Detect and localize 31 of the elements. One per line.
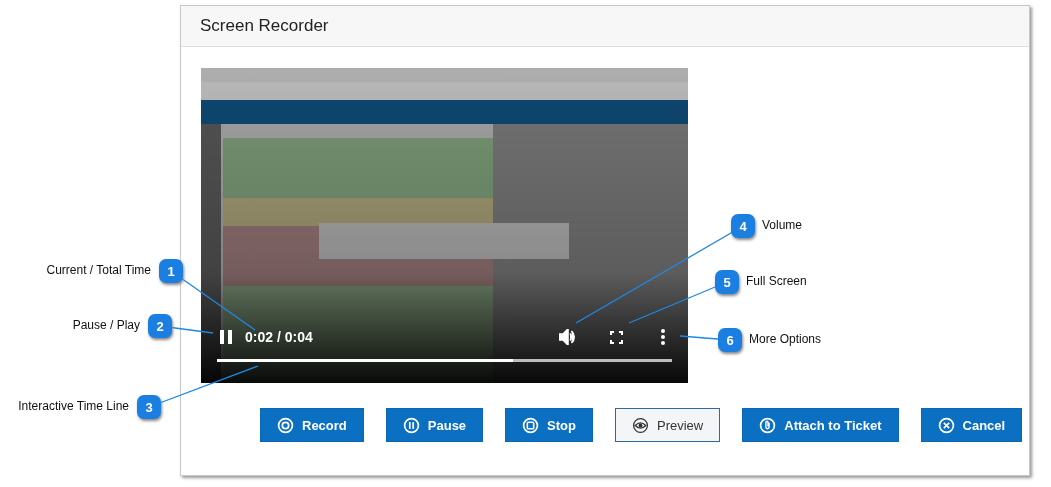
dialog-title: Screen Recorder <box>200 16 329 36</box>
callout-number: 5 <box>715 270 739 294</box>
callout-label: Volume <box>762 218 803 232</box>
callout-label: More Options <box>749 332 822 346</box>
cancel-icon <box>937 416 955 434</box>
callout-number: 6 <box>718 328 742 352</box>
callout-label: Interactive Time Line <box>18 399 129 413</box>
pause-icon <box>402 416 420 434</box>
preview-button[interactable]: Preview <box>615 408 721 442</box>
time-display: 0:02 / 0:04 <box>245 329 313 345</box>
pause-button[interactable]: Pause <box>385 408 484 442</box>
callout-label: Pause / Play <box>72 318 140 332</box>
callout-number: 4 <box>731 214 755 238</box>
callout-number: 1 <box>159 259 183 283</box>
callout-number: 3 <box>137 395 161 419</box>
more-options-icon[interactable] <box>661 329 665 345</box>
attach-button[interactable]: Attach to Ticket <box>742 408 899 442</box>
record-button[interactable]: Record <box>260 408 364 442</box>
cancel-button[interactable]: Cancel <box>920 408 1023 442</box>
fullscreen-icon[interactable] <box>610 331 623 344</box>
timeline-track[interactable] <box>217 359 672 362</box>
record-icon <box>277 416 294 434</box>
stop-button[interactable]: Stop <box>505 408 593 442</box>
callout-label: Full Screen <box>746 274 807 288</box>
stop-icon <box>522 416 540 434</box>
callout-number: 2 <box>148 314 172 338</box>
callout-label: Current / Total Time <box>46 263 151 277</box>
volume-icon[interactable] <box>559 329 576 345</box>
paperclip-icon <box>759 416 777 434</box>
pause-icon[interactable] <box>219 330 233 344</box>
eye-icon <box>632 416 649 434</box>
